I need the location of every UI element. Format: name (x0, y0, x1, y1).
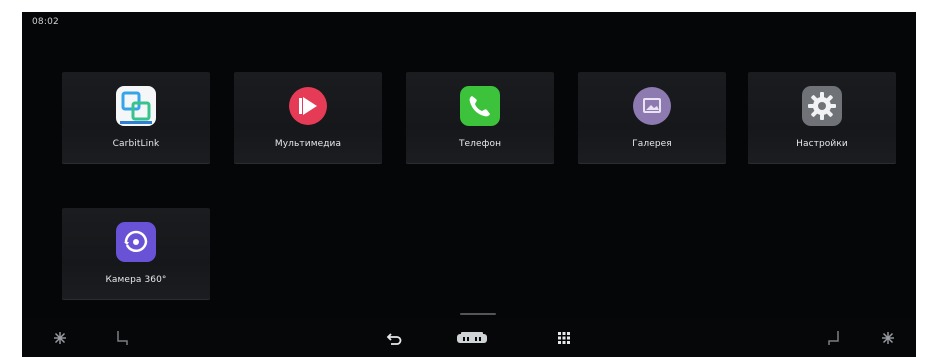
back-icon[interactable] (382, 327, 406, 349)
app-tile-gallery[interactable]: Галерея (578, 72, 726, 164)
phone-icon (458, 84, 502, 128)
app-grid-icon[interactable] (552, 327, 576, 349)
seat-left-icon[interactable] (110, 327, 134, 349)
status-time: 08:02 (32, 17, 59, 27)
car-home-icon[interactable] (452, 327, 492, 349)
app-tile-multimedia[interactable]: Мультимедиа (234, 72, 382, 164)
home-indicator (460, 313, 496, 315)
settings-icon (800, 84, 844, 128)
app-label: Галерея (632, 139, 672, 149)
app-tile-carbitlink[interactable]: CarbitLink (62, 72, 210, 164)
car-screen: 08:02 CarbitLink Мультимедиа Телефон Гал… (22, 12, 916, 357)
app-label: Настройки (796, 139, 848, 149)
app-label: Телефон (458, 139, 502, 149)
app-tile-camera-360[interactable]: Камера 360° (62, 208, 210, 300)
gallery-icon (630, 84, 674, 128)
multimedia-icon (286, 84, 330, 128)
climate-right-icon[interactable] (876, 327, 900, 349)
climate-left-icon[interactable] (48, 327, 72, 349)
app-label: Мультимедиа (274, 139, 342, 149)
carbitlink-icon (114, 84, 158, 128)
app-tile-settings[interactable]: Настройки (748, 72, 896, 164)
app-tile-phone[interactable]: Телефон (406, 72, 554, 164)
bottom-dock (22, 319, 916, 357)
seat-right-icon[interactable] (822, 327, 846, 349)
camera-360-icon (114, 220, 158, 264)
app-label: CarbitLink (112, 139, 160, 149)
app-label: Камера 360° (105, 275, 167, 285)
